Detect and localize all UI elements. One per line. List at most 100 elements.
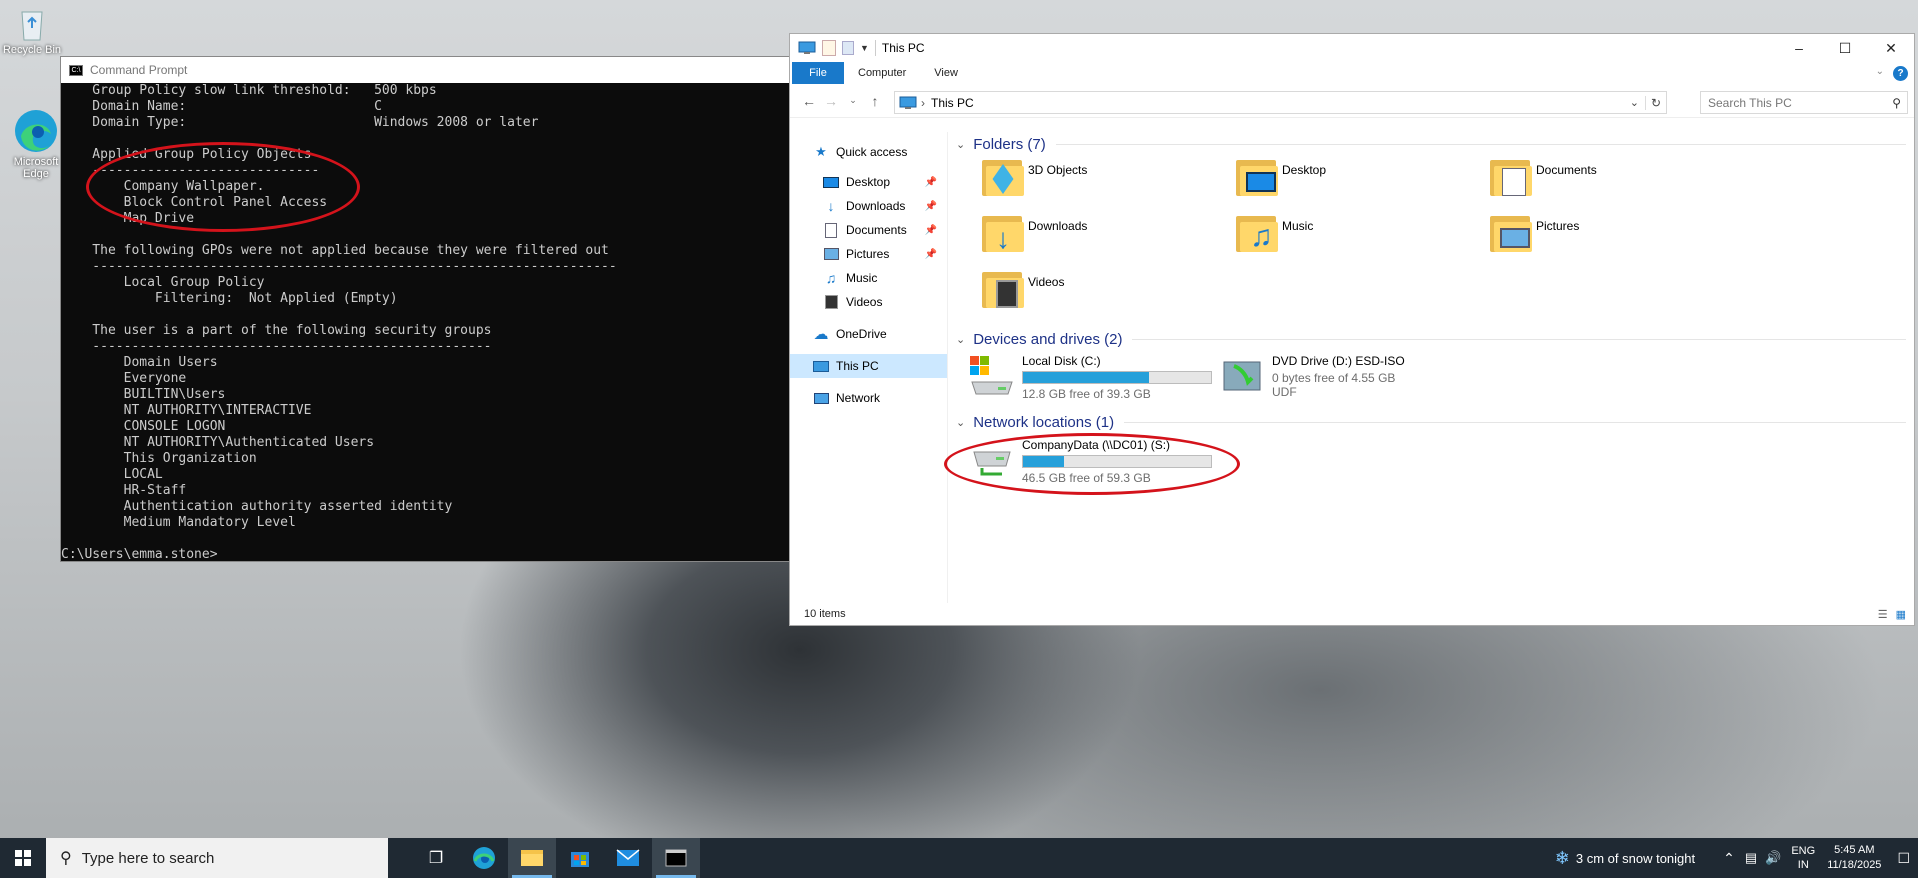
clock-time: 5:45 AM — [1834, 844, 1875, 856]
breadcrumb-chevron-icon[interactable]: › — [921, 96, 925, 110]
drive-c-free: 12.8 GB free of 39.3 GB — [1022, 387, 1151, 401]
folder-videos[interactable]: Videos — [980, 268, 1064, 310]
drive-d-free: 0 bytes free of 4.55 GB — [1272, 371, 1396, 385]
region-code: IN — [1797, 859, 1809, 871]
network-status-icon[interactable]: ▤ — [1745, 850, 1757, 866]
properties-icon[interactable] — [822, 40, 836, 56]
cmd-line: Medium Mandatory Level — [61, 515, 296, 530]
this-pc-address-icon — [899, 96, 917, 109]
start-button[interactable] — [0, 838, 46, 878]
taskbar-command-prompt[interactable] — [652, 838, 700, 878]
sidebar-item-pictures[interactable]: Pictures 📌 — [790, 242, 947, 266]
back-arrow-icon[interactable]: ← — [798, 93, 820, 109]
search-icon: ⚲ — [1892, 95, 1901, 110]
file-explorer-window[interactable]: ▼ This PC – ☐ ✕ File Computer View ⌄ ? ←… — [789, 33, 1915, 626]
help-icon[interactable]: ? — [1893, 66, 1908, 81]
folder-desktop[interactable]: Desktop — [1234, 156, 1326, 198]
search-box[interactable]: Search This PC ⚲ — [1700, 91, 1908, 114]
details-view-icon[interactable]: ☰ — [1878, 608, 1888, 621]
minimize-button[interactable]: – — [1776, 34, 1822, 62]
network-icon — [812, 392, 830, 404]
sidebar-item-desktop[interactable]: Desktop 📌 — [790, 170, 947, 194]
folder-downloads[interactable]: ↓ Downloads — [980, 212, 1087, 254]
notification-icon[interactable]: ☐ — [1897, 850, 1910, 867]
explorer-titlebar[interactable]: ▼ This PC – ☐ ✕ — [790, 34, 1914, 62]
recent-dropdown-icon[interactable]: ⌄ — [842, 95, 864, 106]
folder-pictures[interactable]: Pictures — [1488, 212, 1579, 254]
tab-computer[interactable]: Computer — [844, 62, 920, 84]
pin-icon: 📌 — [924, 176, 937, 188]
cloud-icon: ☁ — [813, 326, 829, 343]
drive-c[interactable]: Local Disk (C:) 12.8 GB free of 39.3 GB — [968, 354, 1212, 401]
collapse-chevron-icon[interactable]: ⌄ — [956, 333, 965, 346]
sidebar-item-documents[interactable]: Documents 📌 — [790, 218, 947, 242]
folder-documents[interactable]: Documents — [1488, 156, 1597, 198]
cmd-line: LOCAL — [61, 467, 163, 482]
download-icon: ↓ — [827, 198, 835, 214]
annotation-circle-gpo — [86, 142, 360, 232]
close-button[interactable]: ✕ — [1868, 34, 1914, 62]
expand-ribbon-icon[interactable]: ⌄ — [1876, 66, 1884, 77]
quick-access-dropdown-icon[interactable]: ▼ — [860, 43, 869, 53]
address-dropdown-icon[interactable]: ⌄ — [1630, 96, 1639, 109]
pin-icon: 📌 — [924, 200, 937, 212]
sidebar-item-this-pc[interactable]: This PC — [790, 354, 947, 378]
cmd-line — [61, 227, 791, 243]
cmd-line: Domain Name: C — [61, 99, 382, 114]
sidebar-item-label: Videos — [846, 295, 883, 309]
sidebar-item-network[interactable]: Network — [790, 386, 947, 410]
up-arrow-icon[interactable]: ↑ — [864, 93, 886, 109]
sidebar-item-label: This PC — [836, 359, 879, 373]
address-bar[interactable]: › This PC ⌄ ↻ — [894, 91, 1667, 114]
edge-icon — [473, 847, 495, 869]
address-text[interactable]: This PC — [931, 96, 974, 110]
maximize-button[interactable]: ☐ — [1822, 34, 1868, 62]
pin-icon: 📌 — [924, 248, 937, 260]
volume-icon[interactable]: 🔊 — [1765, 850, 1781, 866]
cmd-line: ----------------------------------------… — [61, 339, 492, 354]
refresh-icon[interactable]: ↻ — [1644, 95, 1666, 110]
sidebar-item-downloads[interactable]: ↓ Downloads 📌 — [790, 194, 947, 218]
snowflake-icon: ❄ — [1554, 847, 1570, 868]
folder-icon — [521, 850, 543, 866]
collapse-chevron-icon[interactable]: ⌄ — [956, 138, 965, 151]
language-indicator[interactable]: ENG IN — [1791, 844, 1815, 872]
command-prompt-window[interactable]: C:\ Command Prompt Group Policy slow lin… — [60, 56, 792, 562]
taskbar-edge[interactable] — [460, 838, 508, 878]
show-hidden-icons-icon[interactable]: ⌃ — [1723, 850, 1735, 867]
recycle-bin[interactable]: Recycle Bin — [0, 8, 64, 56]
group-folders[interactable]: ⌄ Folders (7) — [950, 134, 1906, 154]
folder-3d-objects[interactable]: 3D Objects — [980, 156, 1087, 198]
item-count: 10 items — [804, 608, 846, 620]
explorer-title: This PC — [881, 41, 925, 55]
sidebar-item-quick-access[interactable]: ★ Quick access — [790, 140, 947, 164]
sidebar-item-music[interactable]: ♫ Music — [790, 266, 947, 290]
taskbar-store[interactable] — [556, 838, 604, 878]
sidebar-item-label: Music — [846, 271, 878, 285]
tab-file[interactable]: File — [792, 62, 844, 84]
hard-drive-icon — [970, 356, 1013, 395]
new-folder-icon[interactable] — [842, 41, 854, 55]
forward-arrow-icon[interactable]: → — [820, 93, 842, 109]
collapse-chevron-icon[interactable]: ⌄ — [956, 416, 965, 429]
folder-label: Downloads — [1028, 219, 1088, 233]
group-devices[interactable]: ⌄ Devices and drives (2) — [950, 329, 1906, 349]
clock[interactable]: 5:45 AM 11/18/2025 — [1827, 843, 1881, 873]
sidebar-item-onedrive[interactable]: ☁ OneDrive — [790, 322, 947, 346]
tab-view[interactable]: View — [920, 62, 972, 84]
folder-music[interactable]: ♫ Music — [1234, 212, 1313, 254]
taskbar-file-explorer[interactable] — [508, 838, 556, 878]
drive-d[interactable]: DVD Drive (D:) ESD-ISO 0 bytes free of 4… — [1220, 354, 1405, 399]
sidebar-item-videos[interactable]: Videos — [790, 290, 947, 314]
task-view-button[interactable]: ❐ — [412, 838, 460, 878]
folder-icon — [1488, 156, 1532, 198]
sidebar-item-label: Downloads — [846, 199, 906, 213]
taskbar-mail[interactable] — [604, 838, 652, 878]
group-network[interactable]: ⌄ Network locations (1) — [950, 412, 1906, 432]
large-icons-view-icon[interactable]: ▦ — [1896, 608, 1906, 621]
dvd-drive-icon — [1223, 361, 1261, 391]
folder-label: Music — [1282, 219, 1314, 233]
taskbar-search-box[interactable]: ⚲ Type here to search — [46, 838, 388, 878]
cmd-titlebar[interactable]: C:\ Command Prompt — [61, 57, 791, 83]
weather-text[interactable]: 3 cm of snow tonight — [1576, 851, 1695, 866]
